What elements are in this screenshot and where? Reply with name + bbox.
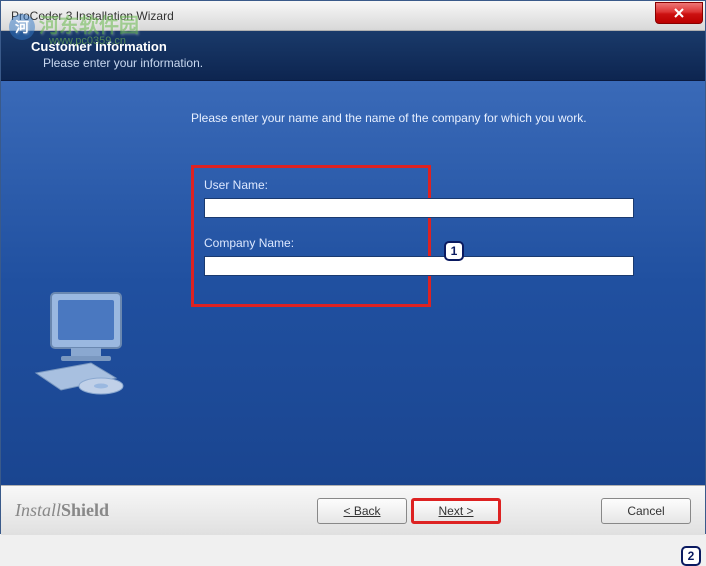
main-panel: Please enter your name and the name of t… bbox=[181, 81, 705, 485]
sidebar-graphic bbox=[1, 81, 181, 485]
footer-bar: InstallShield < Back Next > Cancel bbox=[1, 485, 705, 535]
installshield-brand: InstallShield bbox=[15, 500, 313, 521]
back-button[interactable]: < Back bbox=[317, 498, 407, 524]
close-button[interactable] bbox=[655, 2, 703, 24]
close-icon bbox=[674, 8, 684, 18]
form-highlight-box: User Name: Company Name: 1 2 bbox=[191, 165, 431, 307]
user-name-input[interactable] bbox=[204, 198, 634, 218]
cancel-button[interactable]: Cancel bbox=[601, 498, 691, 524]
window-title: ProCoder 3 Installation Wizard bbox=[11, 9, 174, 23]
user-name-label: User Name: bbox=[204, 178, 418, 192]
company-name-label: Company Name: bbox=[204, 236, 418, 250]
next-button[interactable]: Next > bbox=[411, 498, 501, 524]
footer-buttons: < Back Next > Cancel bbox=[313, 498, 691, 524]
instruction-text: Please enter your name and the name of t… bbox=[191, 111, 675, 125]
company-name-input[interactable] bbox=[204, 256, 634, 276]
titlebar: ProCoder 3 Installation Wizard bbox=[1, 1, 705, 31]
annotation-badge-1: 1 bbox=[444, 241, 464, 261]
header-panel: Customer Information Please enter your i… bbox=[1, 31, 705, 81]
annotation-badge-2: 2 bbox=[681, 546, 701, 566]
content-area: Please enter your name and the name of t… bbox=[1, 81, 705, 485]
header-title: Customer Information bbox=[31, 39, 685, 54]
computer-icon bbox=[26, 278, 156, 408]
installer-window: ProCoder 3 Installation Wizard 河河东软件园 ww… bbox=[0, 0, 706, 534]
header-subtitle: Please enter your information. bbox=[43, 56, 685, 70]
